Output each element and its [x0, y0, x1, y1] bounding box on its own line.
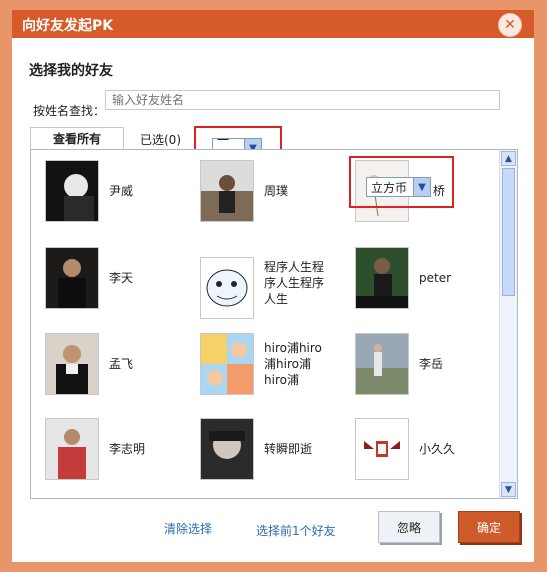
scrollbar[interactable]: ▲ ▼ — [499, 150, 517, 498]
avatar — [200, 257, 254, 319]
friend-item[interactable]: hiro浦hiro浦hiro浦hiro浦 — [200, 333, 328, 395]
avatar — [45, 247, 99, 309]
section-heading: 选择我的好友 — [29, 63, 113, 79]
friend-name: 孟飞 — [109, 357, 134, 371]
friend-name: 转瞬即逝 — [264, 442, 313, 456]
avatar — [200, 418, 254, 480]
friend-item[interactable]: 尹威 — [45, 160, 133, 222]
avatar — [45, 160, 99, 222]
friend-name: 李岳 — [419, 357, 444, 371]
title-bar: 向好友发起PK ✕ — [12, 10, 534, 38]
avatar — [355, 333, 409, 395]
clear-selection-link[interactable]: 清除选择 — [164, 520, 212, 537]
dialog-title: 向好友发起PK — [22, 18, 114, 34]
friend-item[interactable]: 李志明 — [45, 418, 145, 480]
select-first-link[interactable]: 选择前1个好友 — [256, 522, 336, 539]
currency-highlight — [349, 156, 454, 208]
avatar — [355, 418, 409, 480]
friend-item[interactable]: 孟飞 — [45, 333, 133, 395]
friend-item[interactable]: peter — [355, 247, 451, 309]
scroll-thumb[interactable] — [502, 168, 515, 296]
avatar — [45, 418, 99, 480]
ignore-button[interactable]: 忽略 — [378, 511, 440, 543]
close-symbol: ✕ — [504, 17, 516, 33]
friend-item[interactable]: 李岳 — [355, 333, 443, 395]
friend-name: 李天 — [109, 271, 134, 285]
search-input[interactable] — [105, 90, 500, 110]
friend-name: 李志明 — [109, 442, 146, 456]
friend-name: 程序人生程序人生程序人生 — [264, 260, 325, 306]
friend-name: 周璞 — [264, 184, 289, 198]
friend-item[interactable]: 周璞 — [200, 160, 288, 222]
scroll-down-icon[interactable]: ▼ — [501, 482, 516, 497]
scroll-up-icon[interactable]: ▲ — [501, 151, 516, 166]
tab-view-all[interactable]: 查看所有 — [30, 127, 124, 151]
friend-item[interactable]: 转瞬即逝 — [200, 418, 312, 480]
avatar — [355, 247, 409, 309]
confirm-button[interactable]: 确定 — [458, 511, 520, 543]
avatar — [200, 160, 254, 222]
avatar — [200, 333, 254, 395]
friend-item[interactable]: 小久久 — [355, 418, 455, 480]
avatar — [45, 333, 99, 395]
friend-name: 小久久 — [419, 442, 456, 456]
friend-name: hiro浦hiro浦hiro浦hiro浦 — [264, 341, 322, 387]
friend-name: peter — [419, 271, 452, 285]
close-icon[interactable]: ✕ — [498, 13, 522, 37]
tab-selected[interactable]: 已选(0) — [140, 131, 181, 148]
friend-name: 尹威 — [109, 184, 134, 198]
friend-item[interactable]: 程序人生程序人生程序人生 — [200, 247, 328, 319]
friend-item[interactable]: 李天 — [45, 247, 133, 309]
search-label: 按姓名查找： — [33, 104, 106, 118]
